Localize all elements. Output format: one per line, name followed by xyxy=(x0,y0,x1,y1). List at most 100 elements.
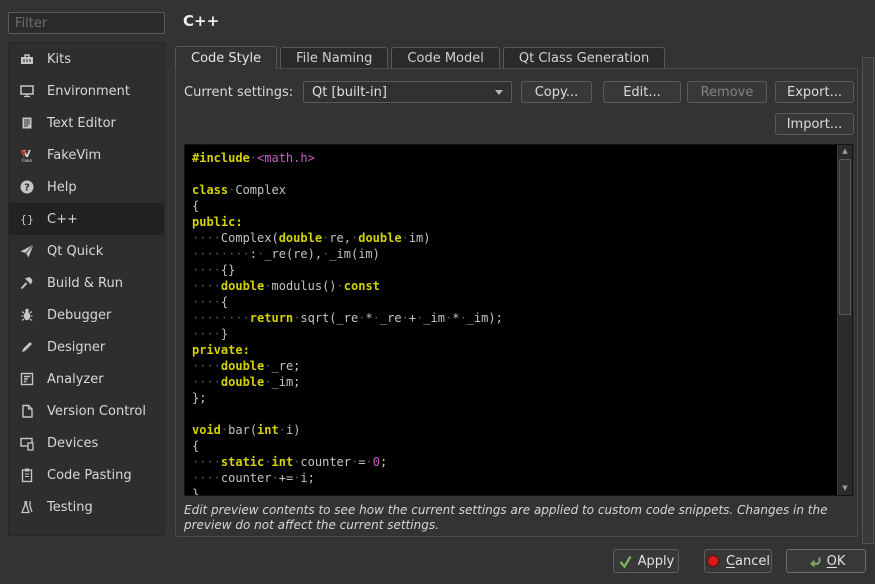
code-preview-editor[interactable]: #include·<math.h> class·Complex{public:·… xyxy=(184,144,853,496)
code-preview-text[interactable]: #include·<math.h> class·Complex{public:·… xyxy=(185,145,838,495)
version-control-icon xyxy=(19,403,35,419)
sidebar-item-label: Qt Quick xyxy=(47,244,103,259)
sidebar-item-code-pasting[interactable]: Code Pasting xyxy=(9,459,164,491)
help-icon: ? xyxy=(19,179,35,195)
sidebar-item-help[interactable]: ? Help xyxy=(9,171,164,203)
sidebar-item-label: Testing xyxy=(47,500,93,515)
sidebar-category-list: Kits Environment Text Editor VFake FakeVim? H… xyxy=(8,42,165,536)
analyzer-icon xyxy=(19,371,35,387)
editor-scrollbar[interactable]: ▲ ▼ xyxy=(837,145,852,495)
remove-button[interactable]: Remove xyxy=(687,81,767,103)
code-line: class·Complex xyxy=(192,182,838,198)
sidebar-item-designer[interactable]: Designer xyxy=(9,331,164,363)
sidebar-item-fakevim[interactable]: VFake FakeVim xyxy=(9,139,164,171)
sidebar-item-build-run[interactable]: Build & Run xyxy=(9,267,164,299)
code-line: { xyxy=(192,198,838,214)
sidebar-item-devices[interactable]: Devices xyxy=(9,427,164,459)
code-line: ····counter·+=·i; xyxy=(192,470,838,486)
options-dialog: Kits Environment Text Editor VFake FakeVim? H… xyxy=(0,0,875,584)
scroll-down-icon[interactable]: ▼ xyxy=(838,482,852,495)
code-line: }; xyxy=(192,390,838,406)
sidebar-item-label: Analyzer xyxy=(47,372,104,387)
import-button[interactable]: Import... xyxy=(775,113,854,135)
code-line: ····Complex(double·re,·double·im) xyxy=(192,230,838,246)
code-line: { xyxy=(192,438,838,454)
bug-icon xyxy=(19,307,35,323)
current-settings-select[interactable]: Qt [built-in] xyxy=(303,81,512,103)
code-line: ····double·_re; xyxy=(192,358,838,374)
code-line: private: xyxy=(192,342,838,358)
monitor-icon xyxy=(19,83,35,99)
code-line: void·bar(int·i) xyxy=(192,422,838,438)
sidebar-item-label: Designer xyxy=(47,340,105,355)
current-settings-value: Qt [built-in] xyxy=(312,85,387,100)
flask-icon xyxy=(19,499,35,515)
sidebar-item-kits[interactable]: Kits xyxy=(9,43,164,75)
sidebar-item-label: Build & Run xyxy=(47,276,123,291)
sidebar-item-label: Help xyxy=(47,180,77,195)
svg-text:?: ? xyxy=(24,183,30,194)
code-line: ····{} xyxy=(192,262,838,278)
tab-file-naming[interactable]: File Naming xyxy=(280,47,388,69)
sidebar-item-label: Devices xyxy=(47,436,98,451)
svg-text:Fake: Fake xyxy=(22,158,32,163)
devices-icon xyxy=(19,435,35,451)
chevron-down-icon xyxy=(495,90,503,95)
toolbox-icon xyxy=(19,51,35,67)
stop-icon xyxy=(706,554,721,569)
current-settings-label: Current settings: xyxy=(184,85,293,100)
pane-scrollbar[interactable] xyxy=(862,57,874,544)
code-line: ····static·int·counter·=·0; xyxy=(192,454,838,470)
ok-button[interactable]: OK xyxy=(786,549,866,573)
editor-scrollbar-thumb[interactable] xyxy=(839,159,851,315)
tab-code-model[interactable]: Code Model xyxy=(391,47,499,69)
sidebar-item-label: Code Pasting xyxy=(47,468,132,483)
sidebar-item-testing[interactable]: Testing xyxy=(9,491,164,523)
export-button[interactable]: Export... xyxy=(775,81,854,103)
page-title: C++ xyxy=(183,12,219,30)
sidebar-item-text-editor[interactable]: Text Editor xyxy=(9,107,164,139)
clipboard-icon xyxy=(19,467,35,483)
tab-qt-class-generation[interactable]: Qt Class Generation xyxy=(503,47,665,69)
cancel-button[interactable]: Cancel xyxy=(704,549,772,573)
pencil-icon xyxy=(19,339,35,355)
sidebar-item-environment[interactable]: Environment xyxy=(9,75,164,107)
copy-button[interactable]: Copy... xyxy=(521,81,592,103)
apply-button[interactable]: Apply xyxy=(613,549,679,573)
edit-button[interactable]: Edit... xyxy=(603,81,681,103)
code-line: ····double·modulus()·const xyxy=(192,278,838,294)
code-style-panel: Current settings: Qt [built-in] Copy... … xyxy=(175,68,858,537)
sidebar-item-label: Version Control xyxy=(47,404,146,419)
sidebar-item-label: FakeVim xyxy=(47,148,101,163)
code-line: ····{ xyxy=(192,294,838,310)
sidebar-item-analyzer[interactable]: Analyzer xyxy=(9,363,164,395)
filter-input[interactable] xyxy=(8,12,165,34)
sidebar-item-label: Debugger xyxy=(47,308,111,323)
code-line: ····} xyxy=(192,326,838,342)
pane-scrollbar-thumb[interactable] xyxy=(862,57,874,544)
code-line: ········:·_re(re),·_im(im) xyxy=(192,246,838,262)
sidebar-item-cpp[interactable]: {} C++ xyxy=(9,203,164,235)
paper-plane-icon xyxy=(19,243,35,259)
sidebar-item-label: C++ xyxy=(47,212,78,227)
sidebar-item-version-control[interactable]: Version Control xyxy=(9,395,164,427)
sidebar-item-label: Kits xyxy=(47,52,71,67)
hammer-icon xyxy=(19,275,35,291)
tab-code-style[interactable]: Code Style xyxy=(175,46,277,69)
fakevim-icon: VFake xyxy=(19,147,35,163)
code-line: public: xyxy=(192,214,838,230)
scroll-up-icon[interactable]: ▲ xyxy=(838,145,852,158)
code-line: #include·<math.h> xyxy=(192,150,838,166)
sidebar-item-label: Environment xyxy=(47,84,130,99)
braces-icon: {} xyxy=(19,211,35,227)
code-line: ········return·sqrt(_re·*·_re·+·_im·*·_i… xyxy=(192,310,838,326)
code-line: } xyxy=(192,486,838,495)
text-document-icon xyxy=(19,115,35,131)
sidebar-item-debugger[interactable]: Debugger xyxy=(9,299,164,331)
code-line: ····double·_im; xyxy=(192,374,838,390)
code-line xyxy=(192,406,838,422)
check-icon xyxy=(618,554,633,569)
code-line xyxy=(192,166,838,182)
apply-button-label: Apply xyxy=(638,554,675,569)
sidebar-item-qt-quick[interactable]: Qt Quick xyxy=(9,235,164,267)
